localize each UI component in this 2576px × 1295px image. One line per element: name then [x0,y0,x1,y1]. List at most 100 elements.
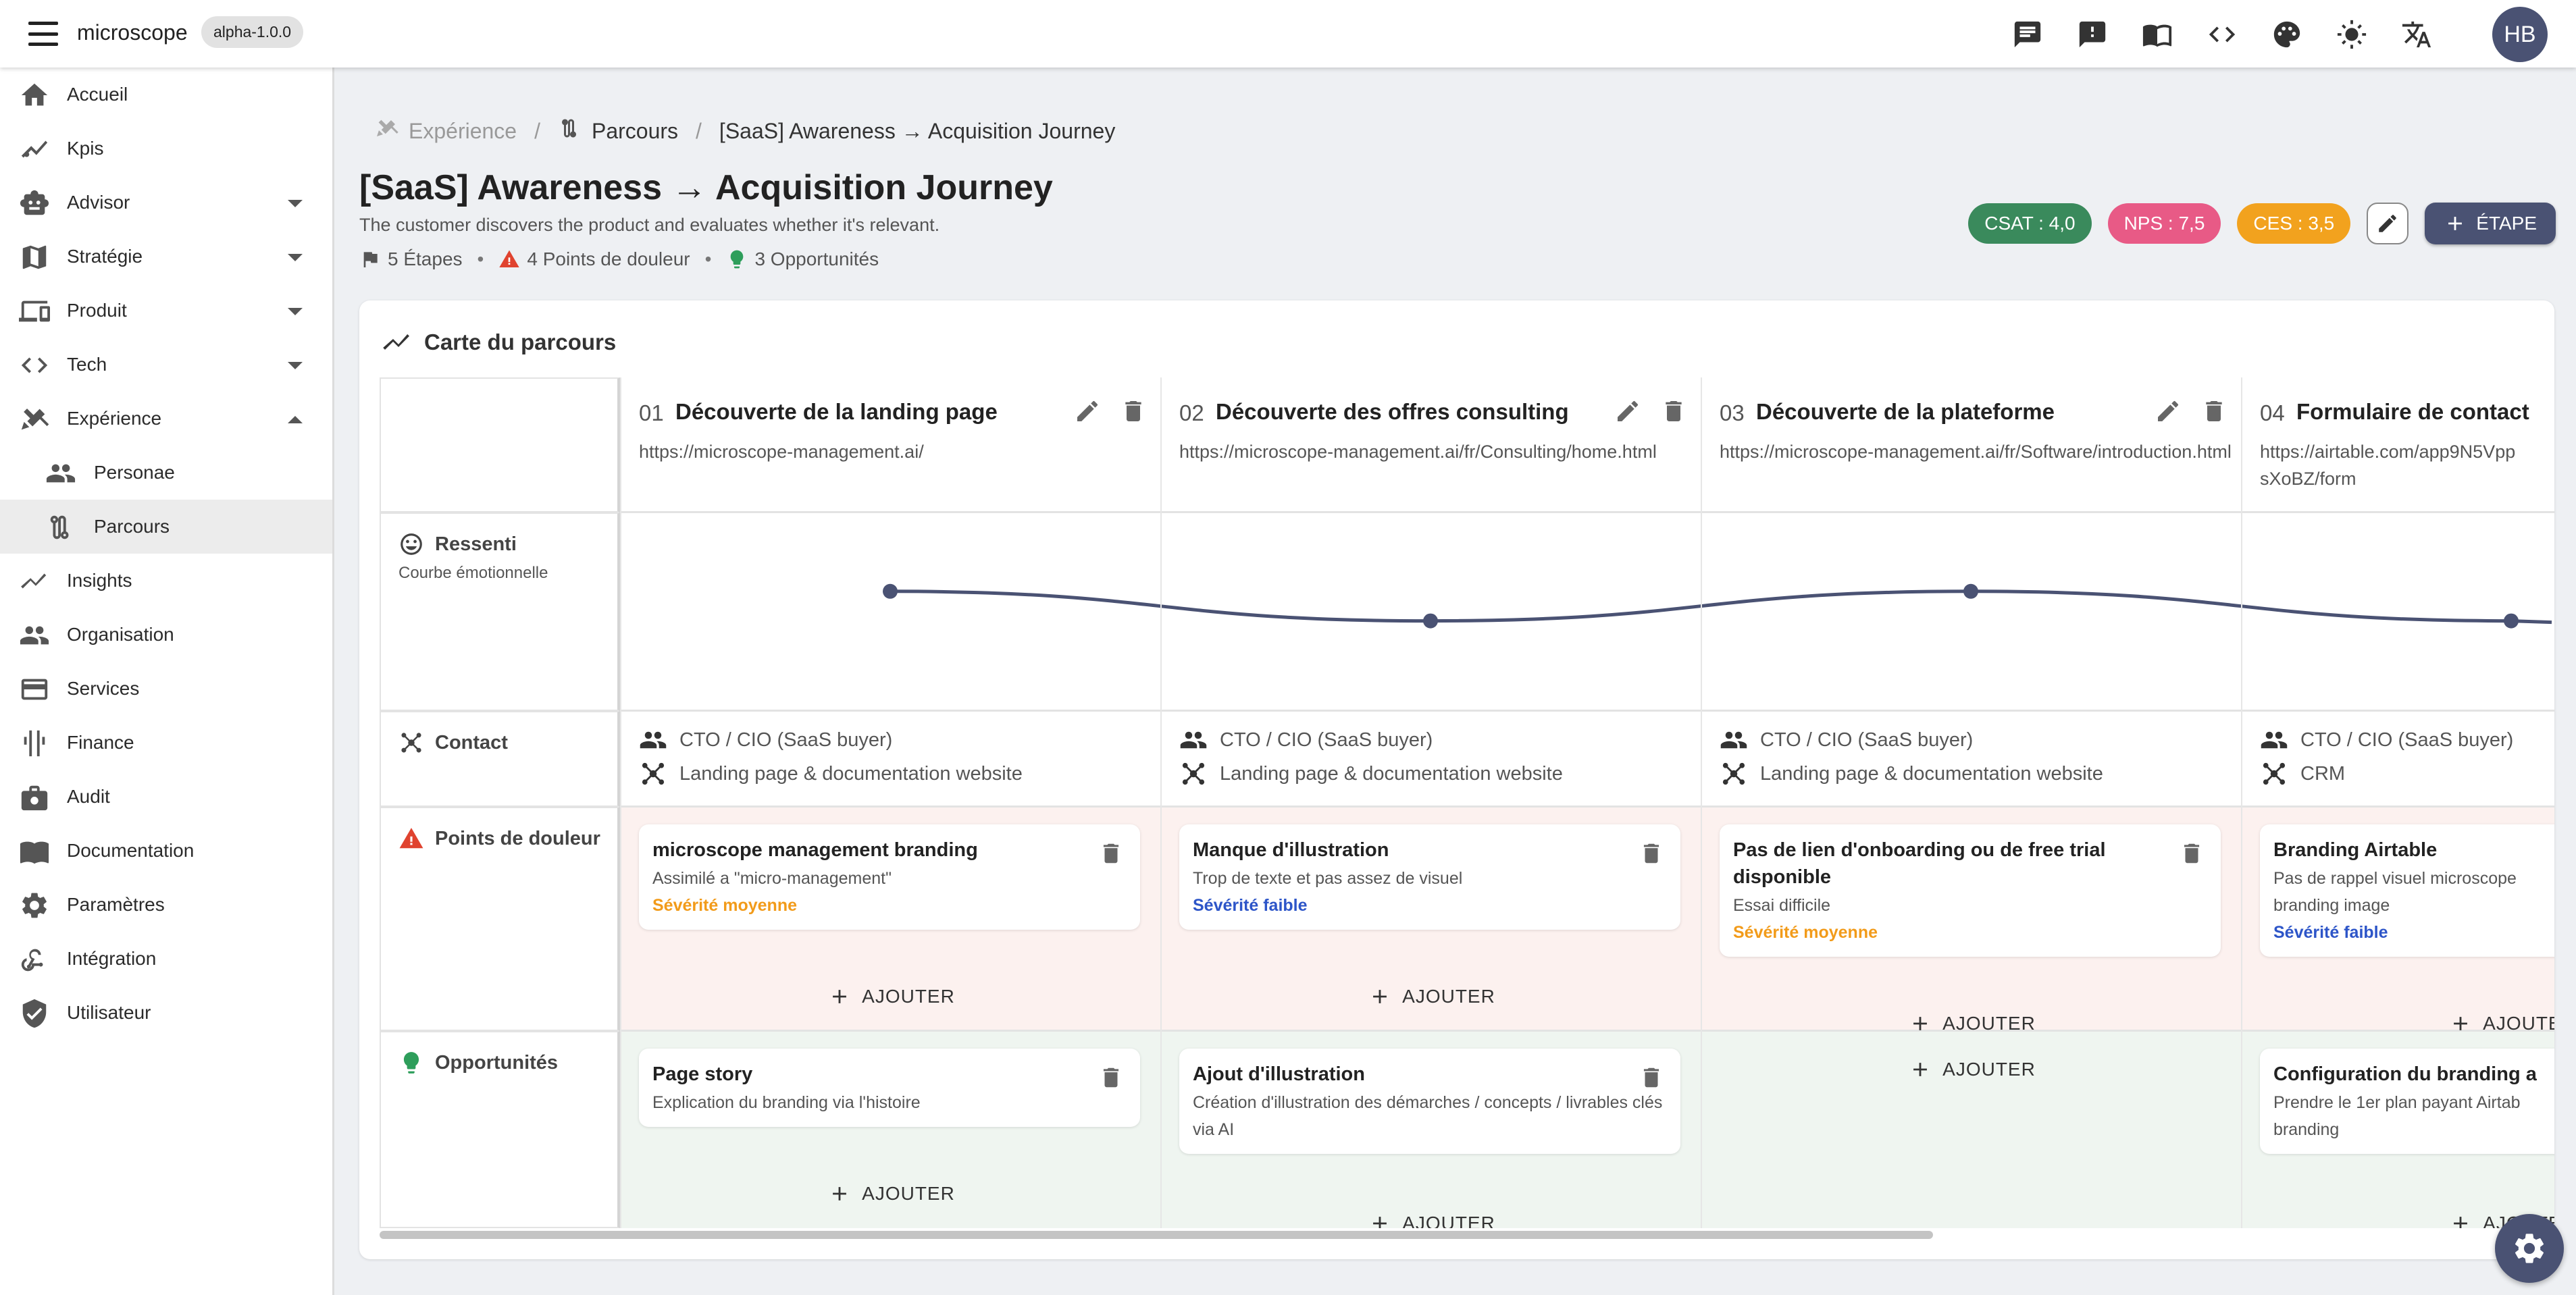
nps-badge: NPS : 7,5 [2107,203,2221,244]
sidebar-item-label: Tech [67,354,107,375]
delete-pain-icon[interactable] [1098,841,1124,866]
menu-icon[interactable] [28,22,58,46]
opportunity-card[interactable]: Configuration du branding a Prendre le 1… [2260,1049,2554,1154]
sidebar-item-strategie[interactable]: Stratégie [0,230,332,284]
add-opportunity-button[interactable]: AJOUTER [621,1177,1162,1211]
add-label: AJOUTER [1402,986,1495,1007]
sidebar-item-parametres[interactable]: Paramètres [0,878,332,932]
sidebar-item-insights[interactable]: Insights [0,554,332,608]
plus-icon [1913,1063,1928,1076]
breadcrumb-experience[interactable]: Expérience [409,119,517,144]
add-pain-button[interactable]: AJOUTER [1702,1007,2242,1040]
sidebar-item-services[interactable]: Services [0,662,332,716]
brightness-icon[interactable] [2327,14,2376,55]
stage-number: 04 [2260,400,2285,425]
contact-channel: Landing page & documentation website [1720,760,2103,788]
insights-icon [19,566,50,597]
gear-icon [2515,1234,2544,1263]
docs-book-icon[interactable] [2133,14,2182,55]
add-step-button[interactable]: ÉTAPE [2425,203,2556,244]
opportunity-description: Prendre le 1er plan payant Airtab brandi… [2273,1093,2521,1139]
opportunity-card[interactable]: Page story Explication du branding via l… [639,1049,1140,1127]
sidebar-item-integration[interactable]: Intégration [0,932,332,986]
add-label: AJOUTER [2483,1013,2554,1034]
plus-icon [1913,1017,1928,1030]
opportunity-title: Page story [652,1063,753,1085]
delete-pain-icon[interactable] [1639,841,1664,866]
pain-title: Branding Airtable [2273,839,2438,861]
sidebar-item-experience[interactable]: Expérience [0,392,332,446]
edit-journey-button[interactable] [2367,203,2409,244]
chevron-down-icon [288,308,303,315]
sidebar-item-produit[interactable]: Produit [0,284,332,338]
code-icon[interactable] [2198,14,2246,55]
flag-icon [363,252,378,267]
add-pain-button[interactable]: AJOUTER [1162,980,1702,1013]
plus-icon [2448,217,2463,230]
stage-url[interactable]: https://microscope-management.ai/ [639,438,1152,465]
edit-stage-icon[interactable] [2155,398,2182,425]
pain-description: Pas de rappel visuel microscope branding… [2273,869,2517,915]
sidebar-item-advisor[interactable]: Advisor [0,176,332,230]
horizontal-scrollbar[interactable] [380,1231,1933,1239]
stage-url[interactable]: https://airtable.com/app9N5Vpp sXoBZ/for… [2260,438,2523,492]
delete-stage-icon[interactable] [2200,398,2227,425]
sidebar-item-personae[interactable]: Personae [0,446,332,500]
sidebar-item-utilisateur[interactable]: Utilisateur [0,986,332,1040]
persona-label: CTO / CIO (SaaS buyer) [679,729,893,751]
people-icon [1180,731,1207,749]
plus-icon [833,990,847,1003]
hub-icon [1722,762,1745,785]
pain-description: Assimilé a "micro-management" [652,869,892,888]
sidebar-item-label: Utilisateur [67,1002,151,1023]
opportunity-card[interactable]: Ajout d'illustration Création d'illustra… [1179,1049,1680,1154]
channel-label: Landing page & documentation website [1760,762,2103,785]
hub-icon [2263,762,2286,785]
sidebar-item-label: Documentation [67,840,195,861]
delete-pain-icon[interactable] [2179,841,2205,866]
delete-stage-icon[interactable] [1120,398,1147,425]
journey-map-grid[interactable]: Ressenti Courbe émotionnelle Contact Poi… [380,377,2554,1228]
pencil-icon [2379,215,2397,232]
feedback-icon[interactable] [2068,14,2117,55]
sidebar-item-kpis[interactable]: Kpis [0,122,332,176]
delete-opportunity-icon[interactable] [1098,1065,1124,1090]
sidebar-item-label: Intégration [67,948,157,969]
pain-card[interactable]: microscope management branding Assimilé … [639,824,1140,930]
breadcrumb-parcours[interactable]: Parcours [592,119,678,144]
edit-stage-icon[interactable] [1074,398,1101,425]
sidebar-item-documentation[interactable]: Documentation [0,824,332,878]
sidebar-item-label: Parcours [94,516,170,537]
chevron-up-icon [288,416,303,423]
avatar[interactable]: HB [2492,7,2548,62]
sidebar-item-label: Finance [67,732,134,753]
chat-icon[interactable] [2003,14,2052,55]
edit-stage-icon[interactable] [1614,398,1641,425]
sidebar-item-accueil[interactable]: Accueil [0,68,332,122]
add-opportunity-button[interactable]: AJOUTER [1702,1053,2242,1086]
sidebar-item-label: Accueil [67,84,128,105]
sidebar-item-tech[interactable]: Tech [0,338,332,392]
stage-url[interactable]: https://microscope-management.ai/fr/Soft… [1720,438,2233,465]
settings-fab[interactable] [2495,1214,2564,1283]
add-opportunity-button[interactable]: AJOUTER [1162,1207,1702,1228]
sidebar-item-parcours[interactable]: Parcours [0,500,332,554]
app-bar: microscope alpha-1.0.0 HB [0,0,2576,68]
delete-stage-icon[interactable] [1660,398,1687,425]
pain-card[interactable]: Branding Airtable Pas de rappel visuel m… [2260,824,2554,957]
palette-icon[interactable] [2263,14,2311,55]
people-icon [640,731,667,749]
add-pain-button[interactable]: AJOUTER [621,980,1162,1013]
hub-icon [1182,762,1205,785]
stage-url[interactable]: https://microscope-management.ai/fr/Cons… [1179,438,1693,465]
plus-icon [2454,1217,2468,1228]
pain-card[interactable]: Pas de lien d'onboarding ou de free tria… [1720,824,2221,957]
delete-opportunity-icon[interactable] [1639,1065,1664,1090]
translate-icon[interactable] [2392,14,2441,55]
sidebar-item-finance[interactable]: Finance [0,716,332,770]
stage-title: Découverte de la landing page [675,399,998,424]
sidebar-item-organisation[interactable]: Organisation [0,608,332,662]
pain-card[interactable]: Manque d'illustration Trop de texte et p… [1179,824,1680,930]
add-pain-button[interactable]: AJOUTER [2242,1007,2554,1040]
sidebar-item-audit[interactable]: Audit [0,770,332,824]
